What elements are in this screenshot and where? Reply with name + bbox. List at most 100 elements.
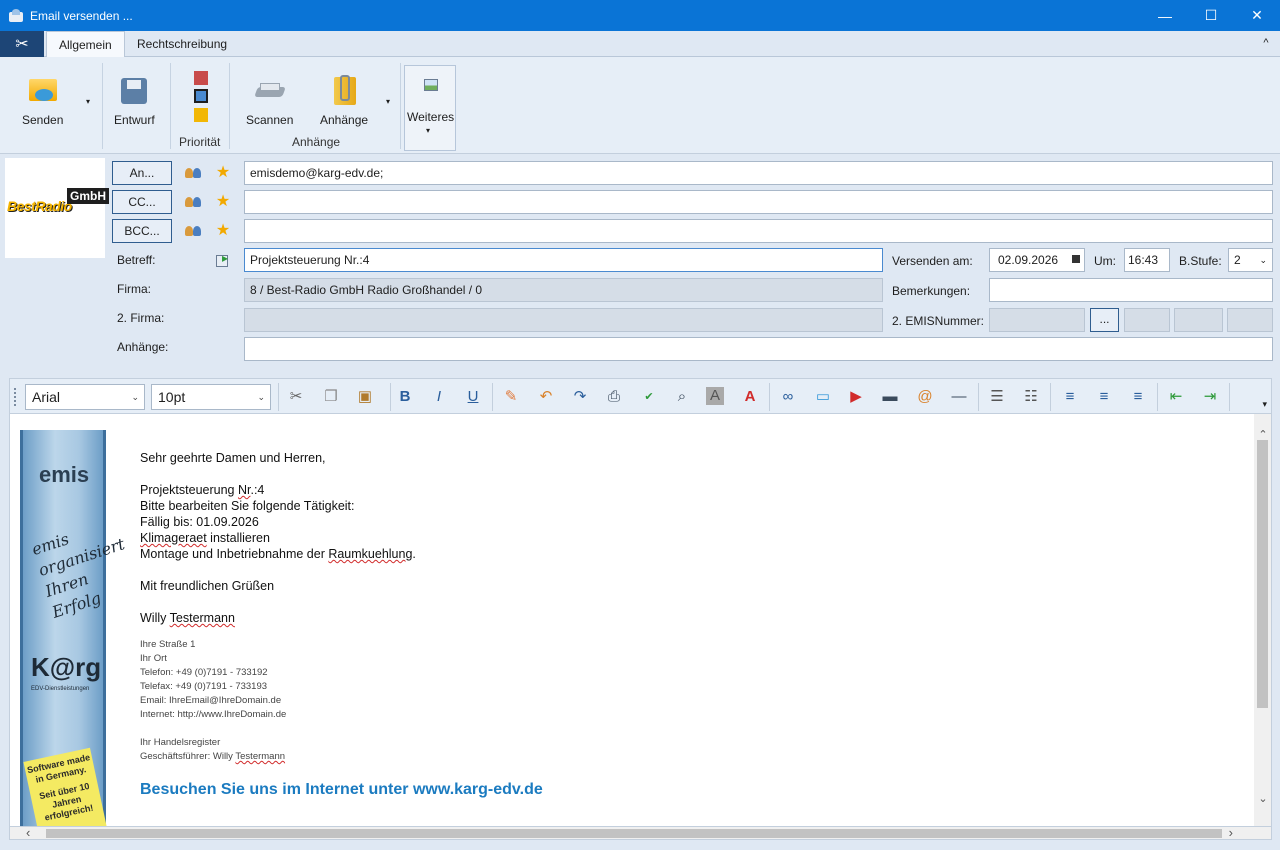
to-field[interactable]: emisdemo@karg-edv.de; [244,161,1273,185]
sticky-note: Software made in Germany. Seit über 10 J… [23,747,107,826]
tab-rechtschreibung[interactable]: Rechtschreibung [125,31,239,57]
cut-icon[interactable]: ✂ [286,387,306,407]
more-button[interactable]: Weiteres ▾ [404,65,456,151]
attachments-field[interactable] [244,337,1273,361]
toolbar-separator [1157,383,1158,411]
attachments-dropdown-icon[interactable]: ▾ [386,97,390,106]
send-dropdown-icon[interactable]: ▾ [86,97,90,106]
minimize-button[interactable]: — [1142,0,1188,31]
scrollbar-thumb[interactable] [46,829,1222,838]
align-right-icon[interactable]: ≡ [1128,387,1148,407]
time-field[interactable]: 16:43 [1124,248,1170,272]
email-body[interactable]: Sehr geehrte Damen und Herren, Projektst… [140,450,543,798]
indent-icon[interactable]: ⇥ [1200,387,1220,407]
attachment-folder-icon [328,75,360,107]
contacts-icon[interactable] [185,166,203,180]
body-line-4: Klimageraet installieren [140,531,270,545]
highlight-color-icon[interactable]: A [706,387,724,405]
eraser-icon[interactable]: ✎ [501,387,521,407]
attachments-button[interactable]: Anhänge [320,75,368,127]
table-icon[interactable]: ▬ [880,387,900,407]
save-icon [118,75,150,107]
stage-select[interactable]: 2 ⌄ [1228,248,1273,272]
subject-field[interactable]: Projektsteuerung Nr.:4 [244,248,883,272]
bold-button[interactable]: B [395,387,415,407]
spelling-error[interactable]: Nr [238,483,251,497]
karg-subtitle: EDV-Dienstleistungen [31,686,90,692]
send-date-field[interactable]: 02.09.2026 [989,248,1085,272]
scroll-left-icon[interactable]: ‹ [26,825,30,840]
font-size-select[interactable]: 10pt ⌄ [151,384,271,410]
horizontal-rule-icon[interactable]: — [949,387,969,407]
close-button[interactable]: ✕ [1234,0,1280,31]
contacts-icon[interactable] [185,195,203,209]
bcc-field[interactable] [244,219,1273,243]
company-logo: BestRadio GmbH [5,158,109,258]
copy-icon[interactable]: ❐ [321,387,341,407]
tab-allgemein[interactable]: Allgemein [46,31,125,58]
font-select[interactable]: Arial ⌄ [25,384,145,410]
horizontal-scrollbar[interactable]: ‹ › [9,825,1272,840]
spellcheck-icon[interactable]: ✔ [639,387,659,407]
emis-lookup-button[interactable]: ... [1090,308,1119,332]
maximize-button[interactable]: ☐ [1188,0,1234,31]
remarks-field[interactable] [989,278,1273,302]
signature-phone: Telefon: +49 (0)7191 - 733192 [140,667,268,678]
scrollbar-thumb[interactable] [1257,440,1268,708]
numbered-list-icon[interactable]: ☰ [987,387,1007,407]
cc-field[interactable] [244,190,1273,214]
emis-number-field-3 [1174,308,1223,332]
toolbar-overflow-icon[interactable]: ▾ [1262,399,1267,410]
email-link-icon[interactable]: @ [915,387,935,407]
align-left-icon[interactable]: ≡ [1060,387,1080,407]
email-editor[interactable]: emis emis organisiert Ihren Erfolg K@rg … [9,414,1272,826]
priority-low-icon[interactable] [194,108,208,122]
priority-high-icon[interactable] [194,71,208,85]
more-dropdown-icon: ▾ [426,126,431,135]
spelling-error[interactable]: Raumkuehlung [328,547,412,561]
scroll-down-icon[interactable]: ⌄ [1256,792,1270,806]
redo-icon[interactable]: ↷ [570,387,590,407]
toolbar-separator [492,383,493,411]
spelling-error[interactable]: Klimageraet [140,531,207,545]
align-center-icon[interactable]: ≡ [1094,387,1114,407]
spelling-error[interactable]: Testermann [170,611,235,625]
paste-icon[interactable]: ▣ [355,387,375,407]
to-button[interactable]: An... [112,161,172,185]
toolbar-grip[interactable] [14,388,18,406]
favorites-star-icon[interactable]: ★ [214,193,232,211]
undo-icon[interactable]: ↶ [536,387,556,407]
spelling-error[interactable]: Testermann [235,751,285,762]
website-link[interactable]: Besuchen Sie uns im Internet unter www.k… [140,782,543,798]
toolbar-separator [769,383,770,411]
closing-line: Mit freundlichen Grüßen [140,579,275,593]
outdent-icon[interactable]: ⇤ [1166,387,1186,407]
calendar-icon[interactable] [1072,255,1080,263]
underline-button[interactable]: U [463,387,483,407]
contacts-icon[interactable] [185,224,203,238]
italic-button[interactable]: I [429,387,449,407]
favorites-star-icon[interactable]: ★ [214,164,232,182]
favorites-star-icon[interactable]: ★ [214,222,232,240]
vertical-scrollbar[interactable]: ⌃ ⌄ [1254,414,1271,826]
tools-icon[interactable]: ✂ [0,31,44,57]
bullet-list-icon[interactable]: ☷ [1021,387,1041,407]
send-button[interactable]: Senden [22,75,63,127]
image-insert-icon[interactable]: ▭ [813,387,833,407]
subject-template-icon[interactable] [216,251,230,267]
sticky-line-2: Seit über 10 Jahren erfolgreich! [38,780,95,823]
print-icon[interactable]: ⎙ [604,387,624,407]
scroll-right-icon[interactable]: › [1229,825,1233,840]
font-color-icon[interactable]: A [740,387,760,407]
cc-button[interactable]: CC... [112,190,172,214]
search-icon[interactable]: ⌕ [672,387,692,407]
youtube-icon[interactable]: ▶ [846,387,866,407]
bcc-button[interactable]: BCC... [112,219,172,243]
chevron-down-icon: ⌄ [131,392,139,402]
scan-button[interactable]: Scannen [246,75,293,127]
body-line-1: Projektsteuerung Nr.:4 [140,483,265,497]
collapse-ribbon-icon[interactable]: ^ [1260,37,1272,49]
link-icon[interactable]: ∞ [778,387,798,407]
draft-button[interactable]: Entwurf [114,75,155,127]
priority-normal-icon[interactable] [194,89,208,103]
